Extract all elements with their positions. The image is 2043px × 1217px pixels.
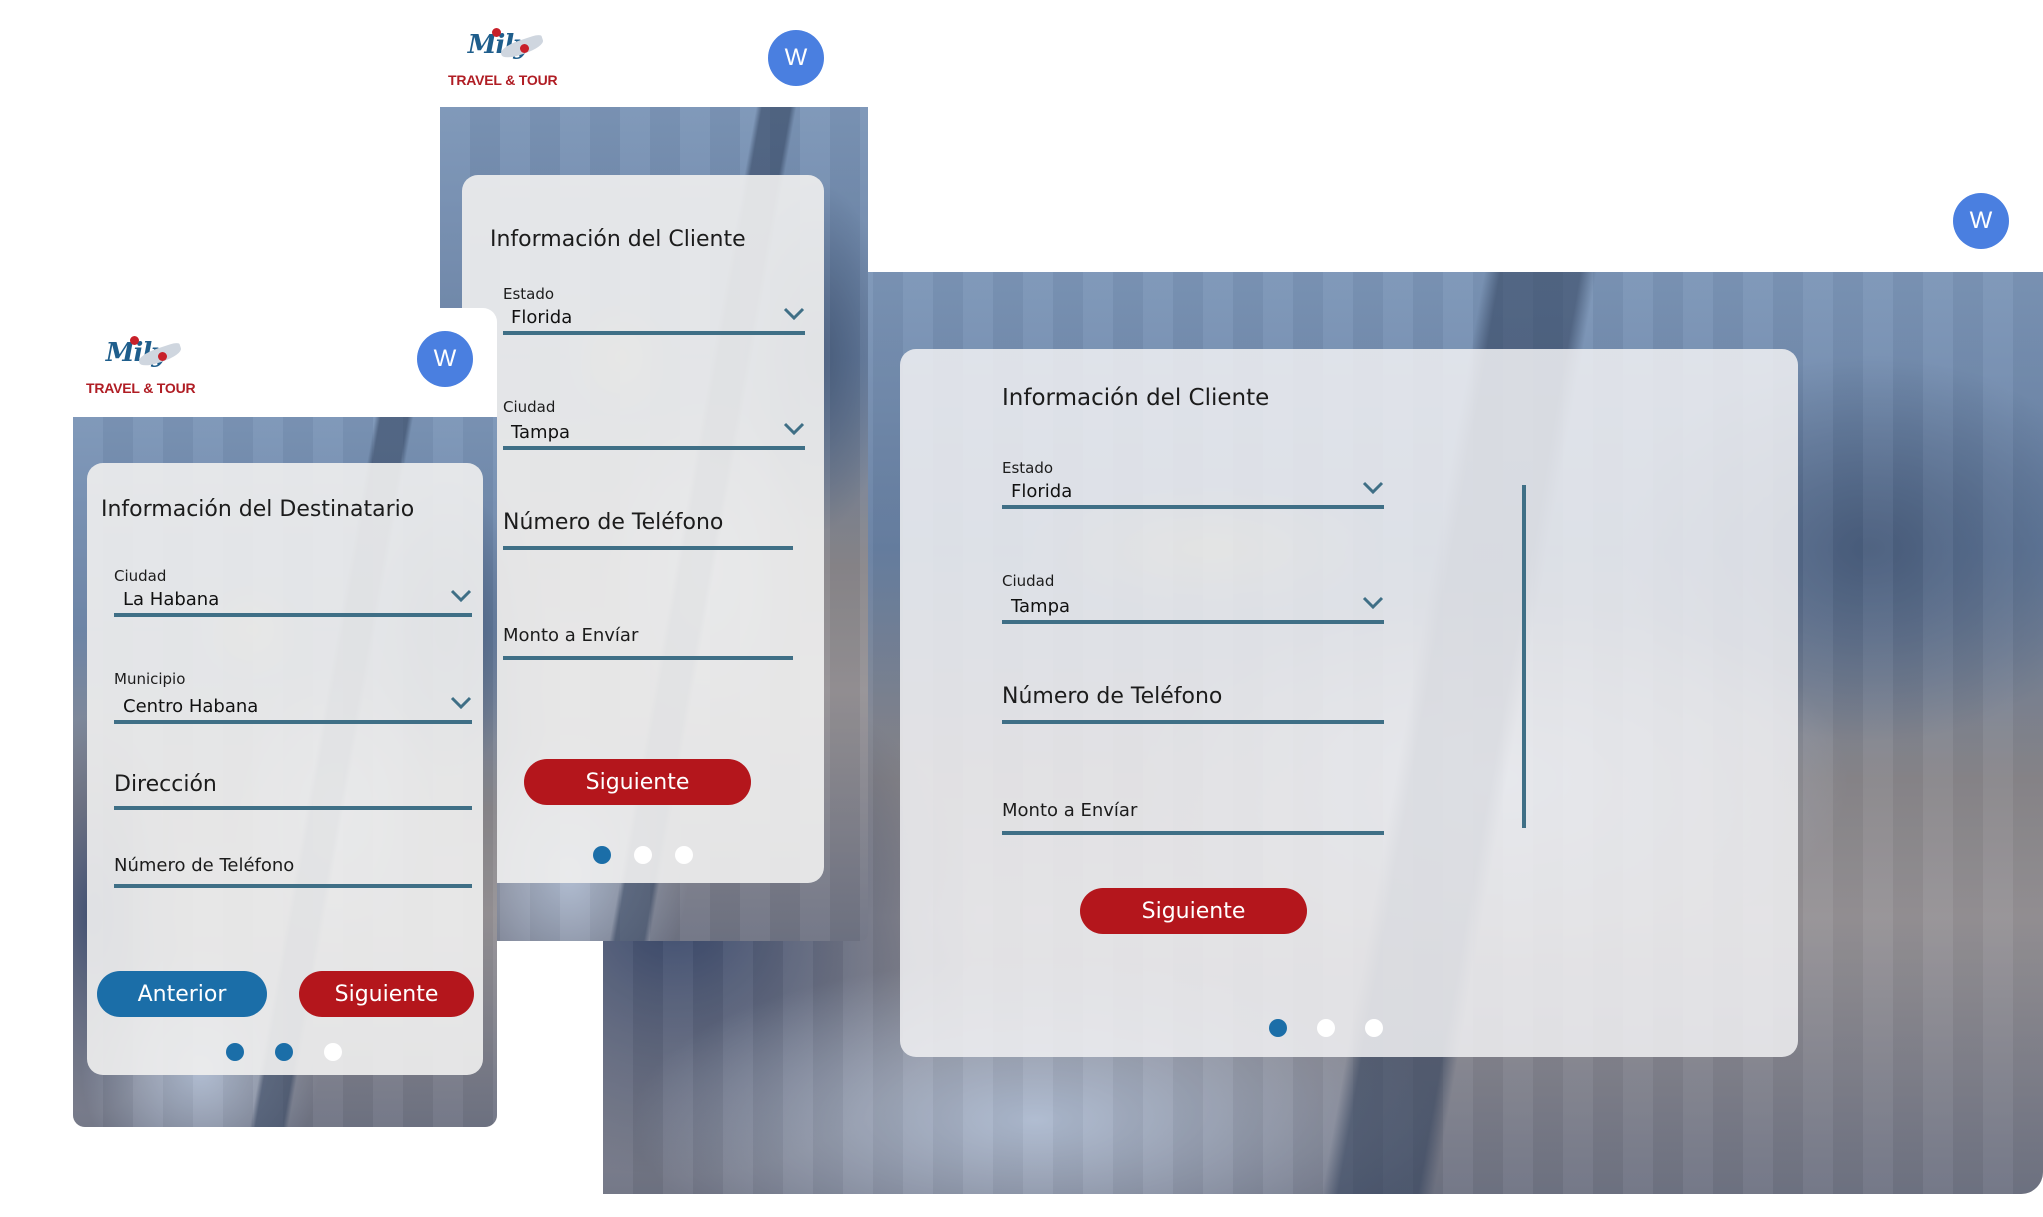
client-info-card-desktop: Información del Cliente Estado Florida C… xyxy=(900,349,1798,1057)
field-underline xyxy=(1002,720,1384,724)
ciudad-select[interactable]: Ciudad Tampa xyxy=(503,398,805,450)
step-indicator xyxy=(226,1043,342,1061)
desktop-header xyxy=(867,170,2043,272)
telefono-input[interactable]: Número de Teléfono xyxy=(503,510,793,552)
desktop-user-avatar[interactable]: W xyxy=(1953,193,2009,249)
estado-select[interactable]: Estado Florida xyxy=(503,285,805,335)
estado-value: Florida xyxy=(511,307,573,328)
field-underline xyxy=(114,806,472,810)
client-info-card-mobile: Información del Cliente Estado Florida C… xyxy=(462,175,824,883)
chevron-down-icon xyxy=(1362,481,1384,495)
telefono-input[interactable]: Número de Teléfono xyxy=(114,855,472,893)
step-indicator xyxy=(593,846,693,864)
card-title: Información del Cliente xyxy=(490,227,746,252)
chevron-down-icon xyxy=(783,422,805,436)
municipio-select[interactable]: Municipio Centro Habana xyxy=(114,670,472,724)
estado-label: Estado xyxy=(503,285,555,303)
monto-placeholder: Monto a Envíar xyxy=(1002,800,1138,821)
back-button[interactable]: Anterior xyxy=(97,971,267,1017)
card-title: Información del Cliente xyxy=(1002,385,1270,411)
municipio-value: Centro Habana xyxy=(123,696,259,717)
ciudad-select[interactable]: Ciudad Tampa xyxy=(1002,572,1384,624)
telefono-placeholder: Número de Teléfono xyxy=(1002,684,1223,709)
step-dot-2 xyxy=(634,846,652,864)
logo-icon: Mily xyxy=(462,26,545,72)
field-underline xyxy=(114,613,472,617)
field-underline xyxy=(503,331,805,335)
chevron-down-icon xyxy=(783,307,805,321)
brand-logo: Mily TRAVEL & TOUR xyxy=(86,334,196,396)
field-underline xyxy=(1002,620,1384,624)
field-underline xyxy=(114,884,472,888)
logo-icon: Mily xyxy=(100,334,183,380)
avatar-letter: W xyxy=(784,44,808,71)
brand-logo: Mily TRAVEL & TOUR xyxy=(448,26,558,88)
monto-input[interactable]: Monto a Envíar xyxy=(1002,800,1384,838)
estado-label: Estado xyxy=(1002,459,1054,477)
municipio-label: Municipio xyxy=(114,670,186,688)
field-underline xyxy=(1002,831,1384,835)
step-dot-1 xyxy=(226,1043,244,1061)
field-underline xyxy=(503,546,793,550)
monto-placeholder: Monto a Envíar xyxy=(503,625,639,646)
field-underline xyxy=(114,720,472,724)
chevron-down-icon xyxy=(450,696,472,710)
ciudad-value: Tampa xyxy=(511,422,571,443)
logo-tagline: TRAVEL & TOUR xyxy=(86,380,196,396)
mobile-user-avatar[interactable]: W xyxy=(768,30,824,86)
ciudad-label: Ciudad xyxy=(503,398,556,416)
step-indicator xyxy=(1269,1019,1383,1037)
logo-tagline: TRAVEL & TOUR xyxy=(448,72,558,88)
estado-select[interactable]: Estado Florida xyxy=(1002,459,1384,509)
ciudad-select[interactable]: Ciudad La Habana xyxy=(114,567,472,617)
step-dot-1 xyxy=(593,846,611,864)
step-dot-1 xyxy=(1269,1019,1287,1037)
step-dot-2 xyxy=(275,1043,293,1061)
next-button[interactable]: Siguiente xyxy=(299,971,474,1017)
telefono-input[interactable]: Número de Teléfono xyxy=(1002,684,1384,726)
chevron-down-icon xyxy=(1362,596,1384,610)
avatar-letter: W xyxy=(1969,207,1993,234)
vertical-divider xyxy=(1522,485,1526,828)
step-dot-2 xyxy=(1317,1019,1335,1037)
step-dot-3 xyxy=(675,846,693,864)
mobile-user-avatar[interactable]: W xyxy=(417,331,473,387)
avatar-letter: W xyxy=(433,345,457,372)
monto-input[interactable]: Monto a Envíar xyxy=(503,625,793,663)
field-underline xyxy=(503,446,805,450)
ciudad-label: Ciudad xyxy=(1002,572,1055,590)
card-title: Información del Destinatario xyxy=(101,497,415,522)
telefono-placeholder: Número de Teléfono xyxy=(114,855,295,876)
recipient-info-card: Información del Destinatario Ciudad La H… xyxy=(87,463,483,1075)
step-dot-3 xyxy=(324,1043,342,1061)
telefono-placeholder: Número de Teléfono xyxy=(503,510,724,535)
step-dot-3 xyxy=(1365,1019,1383,1037)
direccion-placeholder: Dirección xyxy=(114,772,217,797)
estado-value: Florida xyxy=(1011,481,1073,502)
direccion-input[interactable]: Dirección xyxy=(114,772,472,814)
chevron-down-icon xyxy=(450,589,472,603)
ciudad-value: Tampa xyxy=(1011,596,1071,617)
next-button[interactable]: Siguiente xyxy=(524,759,751,805)
ciudad-label: Ciudad xyxy=(114,567,167,585)
field-underline xyxy=(503,656,793,660)
next-button[interactable]: Siguiente xyxy=(1080,888,1307,934)
ciudad-value: La Habana xyxy=(123,589,220,610)
field-underline xyxy=(1002,505,1384,509)
